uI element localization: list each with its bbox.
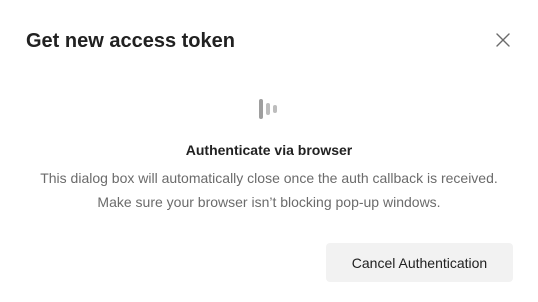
dialog-title: Get new access token (26, 30, 235, 52)
cancel-authentication-button[interactable]: Cancel Authentication (326, 243, 513, 282)
loading-bars-icon (259, 99, 277, 119)
auth-heading: Authenticate via browser (185, 142, 353, 158)
close-icon (496, 33, 510, 47)
close-button[interactable] (489, 26, 517, 54)
auth-message: This dialog box will automatically close… (40, 170, 498, 210)
auth-dialog: Get new access token Authenticate via br… (0, 0, 538, 302)
